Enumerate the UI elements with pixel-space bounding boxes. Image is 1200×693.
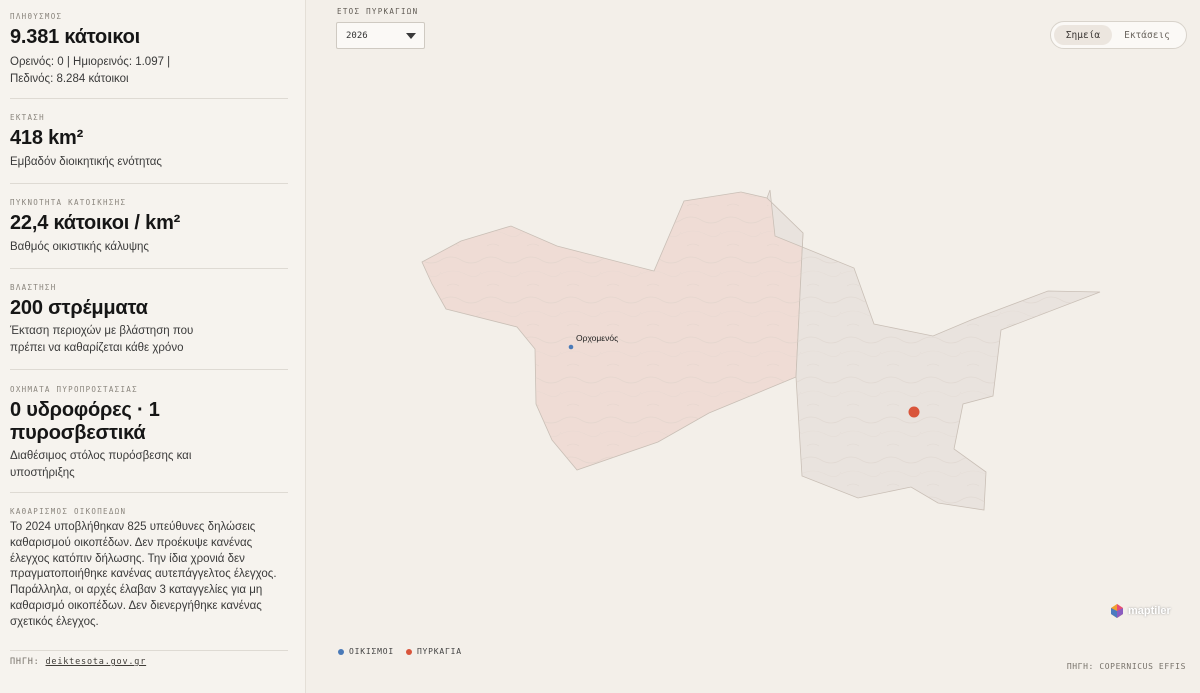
clearing-label: ΚΑΘΑΡΙΣΜΟΣ ΟΙΚΟΠΕΔΩΝ: [10, 507, 127, 516]
area-label: ΕΚΤΑΣΗ: [10, 113, 45, 122]
vegetation-value: 200 στρέμματα: [10, 297, 148, 319]
stats-sidebar: ΠΛΗΘΥΣΜΟΣ 9.381 κάτοικοι Ορεινός: 0 | Ημ…: [0, 0, 306, 693]
toggle-areas-button[interactable]: Εκτάσεις: [1112, 25, 1182, 45]
fire-marker[interactable]: [908, 406, 920, 418]
vehicles-desc: Διαθέσιμος στόλος πυρόσβεσης και υποστήρ…: [10, 448, 288, 481]
clearing-desc: Το 2024 υποβλήθηκαν 825 υπεύθυνες δηλώσε…: [10, 520, 288, 631]
clearing-block: ΚΑΘΑΡΙΣΜΟΣ ΟΙΚΟΠΕΔΩΝ Το 2024 υποβλήθηκαν…: [10, 493, 288, 651]
legend-fires-label: ΠΥΡΚΑΓΙΑ: [416, 647, 462, 656]
source-link[interactable]: deiktesota.gov.gr: [46, 657, 147, 667]
population-value: 9.381 κάτοικοι: [10, 26, 140, 48]
vehicles-label: ΟΧΗΜΑΤΑ ΠΥΡΟΠΡΟΣΤΑΣΙΑΣ: [10, 385, 138, 394]
sidebar-source: ΠΗΓΗ: deiktesota.gov.gr: [10, 657, 146, 667]
population-desc-line1: Ορεινός: 0 | Ημιορεινός: 1.097 |: [10, 56, 171, 68]
map-layer: Ορχομενός: [421, 189, 1101, 511]
vehicles-block: ΟΧΗΜΑΤΑ ΠΥΡΟΠΡΟΣΤΑΣΙΑΣ 0 υδροφόρες · 1 π…: [10, 370, 288, 493]
year-label: ΕΤΟΣ ΠΥΡΚΑΓΙΩΝ: [337, 7, 419, 16]
area-block: ΕΚΤΑΣΗ 418 km² Εμβαδόν διοικητικής ενότη…: [10, 99, 288, 184]
settlement-dot-icon: [338, 648, 344, 655]
fire-dot-icon: [405, 648, 412, 655]
population-desc: Ορεινός: 0 | Ημιορεινός: 1.097 | Πεδινός…: [10, 54, 288, 87]
clearing-line: Παράλληλα, οι αρχές έλαβαν 3 καταγγελίες…: [10, 584, 263, 597]
map-canvas[interactable]: Ορχομενός ΕΤΟΣ ΠΥΡΚΑΓΙΩΝ 2026 Σημεία Εκτ…: [321, 0, 1200, 693]
clearing-line: σχετικός έλεγχος.: [10, 615, 99, 628]
maptiler-attribution[interactable]: maptiler: [1109, 603, 1171, 619]
vegetation-label: ΒΛΑΣΤΗΣΗ: [10, 283, 57, 292]
clearing-line: έλεγχος κατόπιν δήλωσης. Την ίδια χρονιά…: [10, 552, 245, 565]
legend-fires: ΠΥΡΚΑΓΙΑ: [405, 647, 462, 656]
vegetation-desc-line2: πρέπει να καθαρίζεται κάθε χρόνο: [10, 341, 184, 354]
town-label: Ορχομενός: [576, 333, 618, 343]
maptiler-logo-icon: [1111, 604, 1123, 618]
year-select-value: 2026: [346, 31, 368, 41]
density-desc: Βαθμός οικιστικής κάλυψης: [10, 241, 149, 253]
map-legend: ΟΙΚΙΣΜΟΙ ΠΥΡΚΑΓΙΑ: [338, 647, 474, 656]
area-desc: Εμβαδόν διοικητικής ενότητας: [10, 156, 162, 168]
settlement-marker-orchomenos[interactable]: [568, 344, 574, 350]
clearing-line: καθαρισμό οικοπέδων. Δεν διενεργήθηκε κα…: [10, 599, 262, 612]
density-value: 22,4 κάτοικοι / km²: [10, 212, 181, 234]
vehicles-value: 0 υδροφόρες · 1 πυροσβεστικά: [10, 399, 288, 445]
terrain-shading: [422, 192, 1100, 510]
area-value: 418 km²: [10, 127, 84, 149]
vegetation-desc-line1: Έκταση περιοχών με βλάστηση που: [10, 325, 194, 337]
legend-settlements-label: ΟΙΚΙΣΜΟΙ: [349, 647, 394, 656]
population-label: ΠΛΗΘΥΣΜΟΣ: [10, 12, 63, 21]
vehicles-desc-line2: υποστήριξης: [10, 466, 75, 479]
maptiler-text: maptiler: [1128, 605, 1171, 617]
toggle-points-button[interactable]: Σημεία: [1054, 25, 1112, 45]
year-select[interactable]: 2026: [336, 22, 425, 49]
map-source: ΠΗΓΗ: COPERNICUS EFFIS: [1066, 662, 1186, 671]
vehicles-value-line2: πυροσβεστικά: [10, 422, 146, 444]
chevron-down-icon: [406, 33, 416, 39]
clearing-line: πραγματοποιήθηκε κανένας αυτεπάγγελτος έ…: [10, 568, 277, 581]
vehicles-value-line1: 0 υδροφόρες · 1: [10, 399, 160, 421]
density-block: ΠΥΚΝΟΤΗΤΑ ΚΑΤΟΙΚΗΣΗΣ 22,4 κάτοικοι / km²…: [10, 184, 288, 269]
clearing-line: καθαρισμού οικοπέδων. Δεν προέκυψε κανέν…: [10, 536, 253, 549]
vegetation-desc: Έκταση περιοχών με βλάστηση που πρέπει ν…: [10, 323, 288, 356]
clearing-line: Το 2024 υποβλήθηκαν 825 υπεύθυνες δηλώσε…: [10, 521, 256, 533]
population-block: ΠΛΗΘΥΣΜΟΣ 9.381 κάτοικοι Ορεινός: 0 | Ημ…: [10, 0, 288, 99]
density-label: ΠΥΚΝΟΤΗΤΑ ΚΑΤΟΙΚΗΣΗΣ: [10, 198, 127, 207]
sidebar-source-label: ΠΗΓΗ:: [10, 657, 40, 667]
vehicles-desc-line1: Διαθέσιμος στόλος πυρόσβεσης και: [10, 450, 192, 462]
legend-settlements: ΟΙΚΙΣΜΟΙ: [338, 647, 394, 656]
vegetation-block: ΒΛΑΣΤΗΣΗ 200 στρέμματα Έκταση περιοχών μ…: [10, 269, 288, 370]
population-desc-line2: Πεδινός: 8.284 κάτοικοι: [10, 72, 129, 85]
view-toggle[interactable]: Σημεία Εκτάσεις: [1050, 21, 1187, 49]
